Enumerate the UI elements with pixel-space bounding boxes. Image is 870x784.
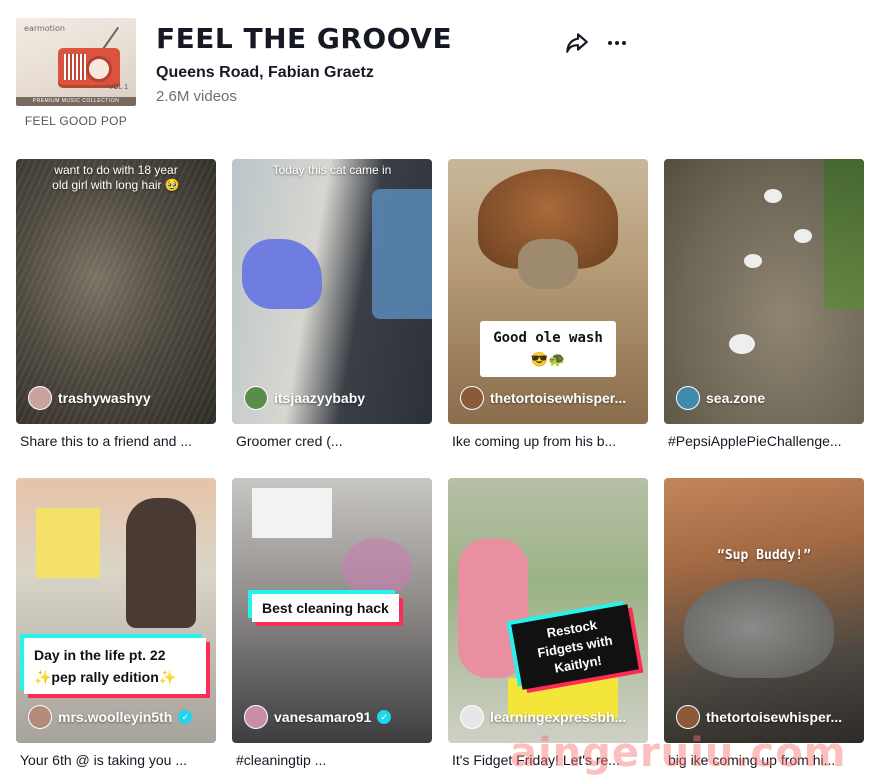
video-user[interactable]: thetortoisewhisper...: [460, 386, 626, 410]
video-description[interactable]: Share this to a friend and ...: [20, 433, 214, 449]
video-description[interactable]: #PepsiApplePieChallenge...: [668, 433, 862, 449]
video-caption: Restock Fidgets with Kaitlyn!: [511, 604, 639, 690]
watermark: aingeruiu.com: [510, 730, 847, 776]
avatar[interactable]: [460, 705, 484, 729]
cover-strip: PREMIUM MUSIC COLLECTION: [16, 97, 136, 106]
video-user[interactable]: mrs.woolleyin5th ✓: [28, 705, 193, 729]
video-thumbnail[interactable]: Best cleaning hack vanesamaro91 ✓: [232, 478, 432, 743]
video-card[interactable]: “Sup Buddy!” thetortoisewhisper... big i…: [664, 478, 864, 768]
video-user[interactable]: learningexpressbh...: [460, 705, 626, 729]
video-user[interactable]: sea.zone: [676, 386, 765, 410]
video-user[interactable]: thetortoisewhisper...: [676, 705, 842, 729]
video-caption: Good ole wash 😎🐢: [480, 321, 616, 377]
radio-illustration: [58, 48, 120, 88]
video-thumbnail[interactable]: Day in the life pt. 22 ✨pep rally editio…: [16, 478, 216, 743]
video-description[interactable]: Ike coming up from his b...: [452, 433, 646, 449]
video-caption: want to do with 18 year old girl with lo…: [52, 163, 180, 192]
song-title: FEEL THE GROOVE: [156, 22, 453, 55]
username[interactable]: trashywashyy: [58, 390, 151, 406]
video-caption: Best cleaning hack: [252, 594, 399, 622]
video-card[interactable]: sea.zone #PepsiApplePieChallenge...: [664, 159, 864, 449]
username[interactable]: sea.zone: [706, 390, 765, 406]
username[interactable]: itsjaazyybaby: [274, 390, 365, 406]
verified-badge-icon: ✓: [377, 710, 392, 724]
video-card[interactable]: Good ole wash 😎🐢 thetortoisewhisper... I…: [448, 159, 648, 449]
music-header: earmotion VOL 1 PREMIUM MUSIC COLLECTION…: [16, 18, 856, 130]
video-card[interactable]: Restock Fidgets with Kaitlyn! learningex…: [448, 478, 648, 768]
avatar[interactable]: [244, 386, 268, 410]
video-user[interactable]: vanesamaro91 ✓: [244, 705, 392, 729]
avatar[interactable]: [244, 705, 268, 729]
username[interactable]: learningexpressbh...: [490, 709, 626, 725]
share-icon[interactable]: [564, 30, 590, 56]
avatar[interactable]: [28, 386, 52, 410]
video-card[interactable]: Today this cat came in itsjaazyybaby Gro…: [232, 159, 432, 449]
video-thumbnail[interactable]: “Sup Buddy!” thetortoisewhisper...: [664, 478, 864, 743]
more-icon[interactable]: [604, 30, 630, 56]
video-thumbnail[interactable]: Today this cat came in itsjaazyybaby: [232, 159, 432, 424]
cover-caption: FEEL GOOD POP: [24, 114, 128, 128]
video-description[interactable]: #cleaningtip ...: [236, 752, 430, 768]
video-caption: “Sup Buddy!”: [717, 548, 811, 563]
avatar[interactable]: [28, 705, 52, 729]
video-card[interactable]: want to do with 18 year old girl with lo…: [16, 159, 216, 449]
video-caption: Day in the life pt. 22 ✨pep rally editio…: [24, 638, 206, 694]
video-card[interactable]: Best cleaning hack vanesamaro91 ✓ #clean…: [232, 478, 432, 768]
video-user[interactable]: trashywashyy: [28, 386, 151, 410]
video-thumbnail[interactable]: want to do with 18 year old girl with lo…: [16, 159, 216, 424]
video-card[interactable]: Day in the life pt. 22 ✨pep rally editio…: [16, 478, 216, 768]
album-cover[interactable]: earmotion VOL 1 PREMIUM MUSIC COLLECTION: [16, 18, 136, 106]
video-thumbnail[interactable]: Restock Fidgets with Kaitlyn! learningex…: [448, 478, 648, 743]
cover-brand-text: earmotion: [24, 24, 65, 33]
username[interactable]: thetortoisewhisper...: [490, 390, 626, 406]
video-count: 2.6M videos: [156, 88, 237, 105]
username[interactable]: mrs.woolleyin5th: [58, 709, 172, 725]
username[interactable]: vanesamaro91: [274, 709, 371, 725]
video-description[interactable]: Groomer cred (...: [236, 433, 430, 449]
video-user[interactable]: itsjaazyybaby: [244, 386, 365, 410]
avatar[interactable]: [460, 386, 484, 410]
avatar[interactable]: [676, 386, 700, 410]
video-description[interactable]: Your 6th @ is taking you ...: [20, 752, 214, 768]
video-caption: Today this cat came in: [272, 163, 392, 177]
username[interactable]: thetortoisewhisper...: [706, 709, 842, 725]
avatar[interactable]: [676, 705, 700, 729]
video-thumbnail[interactable]: sea.zone: [664, 159, 864, 424]
cover-vol-text: VOL 1: [108, 84, 128, 91]
artist-name[interactable]: Queens Road, Fabian Graetz: [156, 64, 374, 82]
verified-badge-icon: ✓: [178, 710, 193, 724]
video-thumbnail[interactable]: Good ole wash 😎🐢 thetortoisewhisper...: [448, 159, 648, 424]
